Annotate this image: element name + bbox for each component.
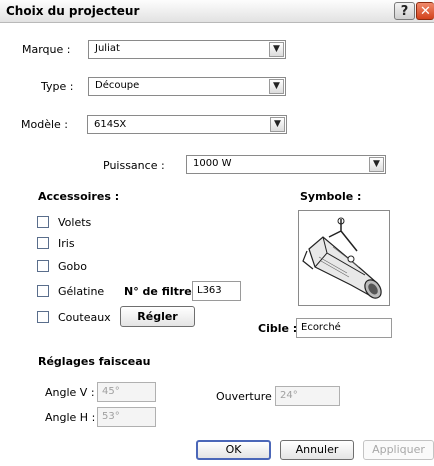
- chevron-down-icon[interactable]: ▼: [270, 117, 285, 132]
- couteaux-checkbox[interactable]: [37, 311, 49, 323]
- type-label: Type :: [41, 80, 74, 93]
- iris-label: Iris: [58, 237, 75, 250]
- gobo-label: Gobo: [58, 260, 87, 273]
- adjust-button[interactable]: Régler: [120, 306, 195, 327]
- puissance-label: Puissance :: [103, 159, 165, 172]
- marque-select[interactable]: Juliat ▼: [88, 40, 286, 59]
- angle-v-label: Angle V :: [45, 386, 95, 399]
- accessories-heading: Accessoires :: [38, 190, 120, 203]
- modele-select[interactable]: 614SX ▼: [87, 115, 287, 134]
- angle-v-input[interactable]: 45°: [97, 382, 156, 402]
- marque-label: Marque :: [22, 43, 71, 56]
- projector-dialog: Choix du projecteur ? ✕ Marque : Juliat …: [0, 0, 434, 466]
- apply-button[interactable]: Appliquer: [363, 440, 434, 460]
- iris-checkbox[interactable]: [37, 237, 49, 249]
- beam-heading: Réglages faisceau: [38, 355, 151, 368]
- chevron-down-icon[interactable]: ▼: [369, 157, 384, 172]
- modele-label: Modèle :: [21, 118, 68, 131]
- filter-input[interactable]: L363: [192, 281, 241, 301]
- ok-button[interactable]: OK: [196, 440, 271, 460]
- dialog-title: Choix du projecteur: [6, 4, 140, 18]
- cible-input[interactable]: Ecorché: [296, 318, 392, 338]
- marque-value: Juliat: [95, 43, 120, 54]
- puissance-select[interactable]: 1000 W ▼: [186, 155, 386, 174]
- symbol-heading: Symbole :: [300, 190, 362, 203]
- type-select[interactable]: Découpe ▼: [88, 77, 286, 96]
- ouverture-label: Ouverture :: [216, 390, 279, 403]
- chevron-down-icon[interactable]: ▼: [269, 42, 284, 57]
- ouverture-input[interactable]: 24°: [275, 386, 340, 406]
- chevron-down-icon[interactable]: ▼: [269, 79, 284, 94]
- angle-v-value: 45°: [102, 386, 120, 397]
- ouverture-value: 24°: [280, 390, 298, 401]
- close-button[interactable]: ✕: [416, 2, 434, 20]
- cible-label: Cible :: [258, 322, 298, 335]
- angle-h-label: Angle H :: [45, 411, 96, 424]
- filter-label: N° de filtre: [124, 285, 192, 298]
- cible-value: Ecorché: [301, 322, 341, 333]
- spotlight-projector-icon: [302, 217, 382, 299]
- title-bar[interactable]: Choix du projecteur ? ✕: [0, 0, 434, 23]
- modele-value: 614SX: [94, 119, 127, 130]
- volets-label: Volets: [58, 216, 92, 229]
- help-button[interactable]: ?: [394, 2, 415, 20]
- angle-h-input[interactable]: 53°: [97, 407, 156, 427]
- gobo-checkbox[interactable]: [37, 260, 49, 272]
- volets-checkbox[interactable]: [37, 216, 49, 228]
- filter-value: L363: [197, 285, 222, 296]
- couteaux-label: Couteaux: [58, 311, 111, 324]
- cancel-button[interactable]: Annuler: [280, 440, 354, 460]
- puissance-value: 1000 W: [193, 158, 232, 169]
- gelatine-label: Gélatine: [58, 285, 105, 298]
- symbol-preview: [298, 210, 390, 306]
- type-value: Découpe: [95, 80, 140, 91]
- angle-h-value: 53°: [102, 411, 120, 422]
- gelatine-checkbox[interactable]: [37, 285, 49, 297]
